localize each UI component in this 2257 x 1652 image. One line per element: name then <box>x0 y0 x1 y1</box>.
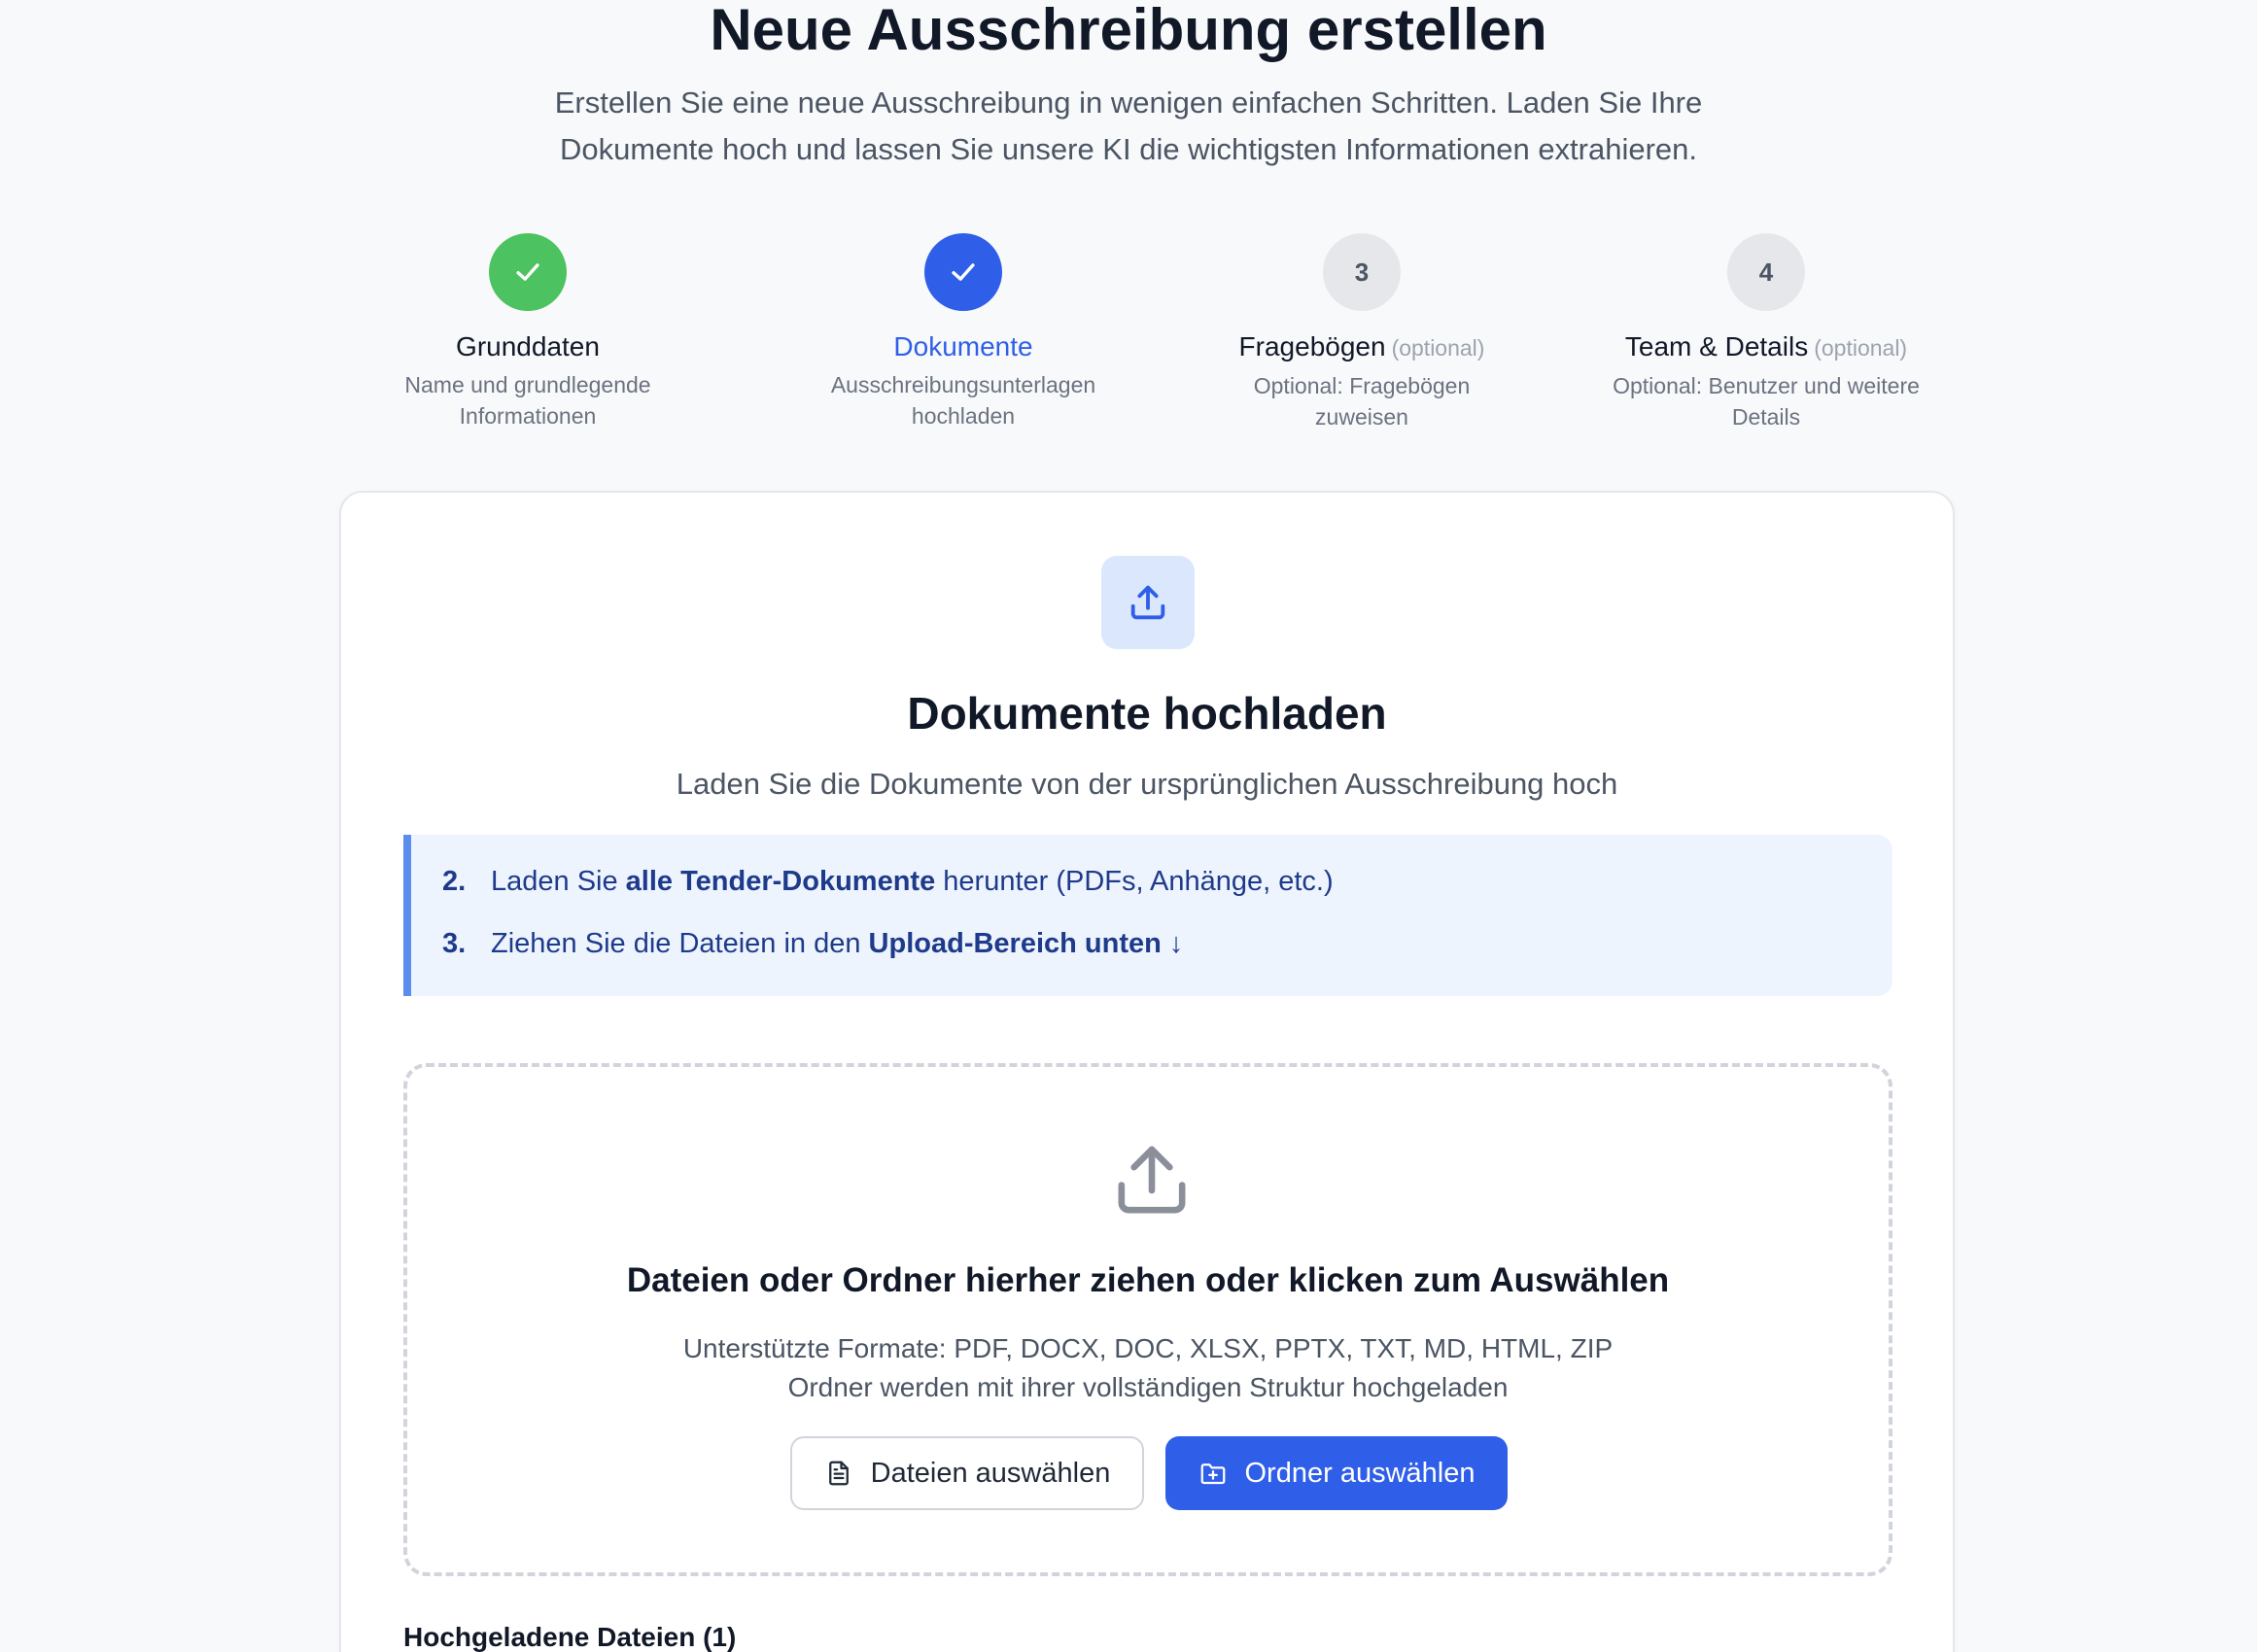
step-description: Ausschreibungsunterlagen hochladen <box>830 372 1096 429</box>
step-title: Fragebögen (optional) <box>1238 331 1485 361</box>
supported-formats: Unterstützte Formate: PDF, DOCX, DOC, XL… <box>682 1333 1614 1363</box>
card-subtitle: Laden Sie die Dokumente von der ursprüng… <box>676 767 1618 801</box>
check-icon <box>516 263 539 281</box>
instruction-item: 2. Laden Sie alle Tender-Dokumente herunt… <box>442 866 1334 897</box>
select-files-button[interactable]: Dateien auswählen <box>790 1436 1144 1510</box>
instructions-box: 2. Laden Sie alle Tender-Dokumente herunt… <box>403 835 1892 996</box>
step-title: Grunddaten <box>456 331 600 361</box>
dropzone-hint: Unterstützte Formate: PDF, DOCX, DOC, XL… <box>407 1329 1889 1407</box>
step-active-circle <box>924 233 1002 311</box>
stepper: Grunddaten Name und grundlegende Informat… <box>0 233 2257 437</box>
optional-label: (optional) <box>1814 335 1908 361</box>
upload-tray-icon <box>1118 1146 1186 1214</box>
uploaded-files-heading: Hochgeladene Dateien (1) <box>403 1622 737 1652</box>
step-number-circle: 3 <box>1323 233 1401 311</box>
folder-structure-note: Ordner werden mit ihrer vollständigen St… <box>787 1372 1509 1402</box>
step-done-circle <box>489 233 567 311</box>
folder-plus-icon <box>1200 1463 1225 1485</box>
card-title: Dokumente hochladen <box>907 688 1387 739</box>
file-dropzone[interactable]: Dateien oder Ordner hierher ziehen oder … <box>403 1063 1892 1576</box>
step-grunddaten[interactable]: Grunddaten Name und grundlegende Informat… <box>324 233 732 431</box>
step-description: Optional: Fragebögen zuweisen <box>1253 373 1471 430</box>
step-description: Name und grundlegende Informationen <box>404 372 651 429</box>
upload-icon <box>1130 585 1165 620</box>
optional-label: (optional) <box>1391 335 1485 361</box>
instruction-item: 3. Ziehen Sie die Dateien in den Upload-B… <box>442 928 1184 959</box>
step-description: Optional: Benutzer und weitere Details <box>1613 373 1920 430</box>
page-title: Neue Ausschreibung erstellen <box>710 0 1547 62</box>
step-team-details[interactable]: 4 Team & Details (optional) Optional: Ben… <box>1562 233 1970 432</box>
file-text-icon <box>828 1461 849 1486</box>
select-folder-button[interactable]: Ordner auswählen <box>1165 1436 1508 1510</box>
step-number-circle: 4 <box>1727 233 1805 311</box>
upload-card: Dokumente hochladen Laden Sie die Dokume… <box>339 491 1955 1652</box>
page-subtitle: Erstellen Sie eine neue Ausschreibung in… <box>554 86 1703 166</box>
step-frageboegen[interactable]: 3 Fragebögen (optional) Optional: Fragebö… <box>1158 233 1566 432</box>
check-icon <box>952 263 975 281</box>
step-title: Dokumente <box>893 331 1033 361</box>
step-title: Team & Details (optional) <box>1624 331 1908 361</box>
upload-icon-badge <box>1101 556 1195 649</box>
step-dokumente[interactable]: Dokumente Ausschreibungsunterlagen hochla… <box>759 233 1167 431</box>
dropzone-title: Dateien oder Ordner hierher ziehen oder … <box>626 1261 1670 1299</box>
